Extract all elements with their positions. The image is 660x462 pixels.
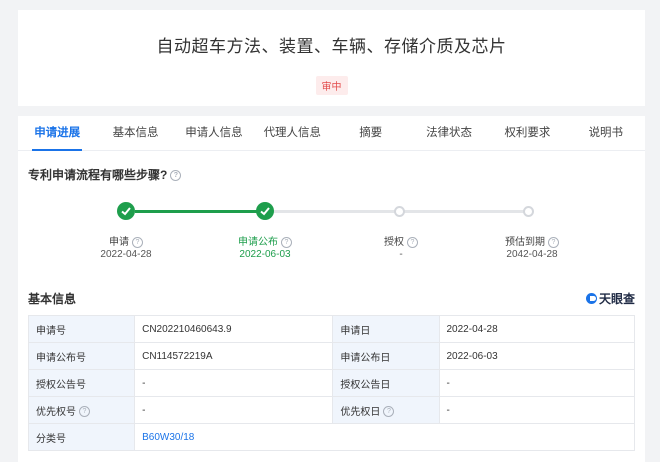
tab-basic-info[interactable]: 基本信息 (96, 116, 174, 150)
help-icon[interactable]: ? (281, 236, 292, 248)
tab-description[interactable]: 说明书 (567, 116, 645, 150)
title-card: 自动超车方法、装置、车辆、存储介质及芯片 审中 (18, 10, 645, 106)
tab-applicant[interactable]: 申请人信息 (175, 116, 253, 150)
progress-line-done (135, 210, 265, 213)
brand-name: 天眼查 (598, 292, 635, 306)
table-value: 2022-04-28 (438, 315, 635, 343)
table-key: 申请公布日 (332, 342, 440, 370)
table-key: 优先权号? (27, 396, 136, 424)
table-key: 申请日 (332, 315, 440, 343)
table-value: - (438, 369, 635, 397)
classification-link[interactable]: B60W30/18 (134, 423, 635, 451)
process-question: 专利申请流程有哪些步骤?? (28, 166, 182, 183)
tab-legal-status[interactable]: 法律状态 (410, 116, 488, 150)
step-date: - (399, 249, 403, 260)
step-label-text: 授权 (384, 237, 404, 248)
tab-claims[interactable]: 权利要求 (488, 116, 566, 150)
table-key: 授权公告日 (332, 369, 440, 397)
step-label-text: 申请 (109, 237, 129, 248)
step-label: 申请? (66, 233, 186, 248)
table-value: - (134, 396, 334, 424)
table-row: 申请公布号 CN114572219A 申请公布日 2022-06-03 (27, 342, 635, 370)
status-badge: 审中 (315, 76, 348, 95)
tab-bar: 申请进展 基本信息 申请人信息 代理人信息 摘要 法律状态 权利要求 说明书 (18, 116, 645, 151)
help-icon[interactable]: ? (79, 406, 90, 418)
table-value: - (134, 369, 334, 397)
process-question-text: 专利申请流程有哪些步骤? (28, 168, 168, 182)
table-key: 授权公告号 (27, 369, 136, 397)
patent-title: 自动超车方法、装置、车辆、存储介质及芯片 (156, 37, 507, 56)
step-date: 2022-04-28 (100, 249, 152, 260)
table-value: 2022-06-03 (438, 342, 635, 370)
brand-logo: 天眼查 (585, 290, 635, 307)
tab-agent[interactable]: 代理人信息 (253, 116, 331, 150)
table-key: 申请公布号 (27, 342, 136, 370)
tab-abstract[interactable]: 摘要 (332, 116, 410, 150)
table-value: - (438, 396, 635, 424)
table-key: 申请号 (27, 315, 136, 343)
table-row: 优先权号? - 优先权日? - (27, 396, 635, 424)
tianyancha-logo-icon (585, 293, 597, 304)
step-label: 授权? (341, 233, 461, 248)
progress-steps: 申请? 2022-04-28 申请公布? 2022-06-03 授权? - 预估… (18, 198, 645, 268)
basic-info-table: 申请号 CN202210460643.9 申请日 2022-04-28 申请公布… (27, 315, 635, 451)
table-value: CN114572219A (134, 342, 334, 370)
basic-info-heading: 基本信息 (28, 292, 77, 306)
step-done-icon (256, 202, 274, 220)
table-key-text: 优先权号 (36, 406, 76, 418)
help-icon[interactable]: ? (383, 406, 395, 418)
step-label-text: 申请公布 (238, 237, 278, 248)
table-row: 申请号 CN202210460643.9 申请日 2022-04-28 (27, 315, 635, 343)
table-row: 分类号 B60W30/18 (27, 423, 635, 451)
step-done-icon (117, 202, 135, 220)
step-label-text: 预估到期 (505, 237, 545, 248)
help-icon[interactable]: ? (407, 236, 418, 248)
step-pending-dot (394, 206, 405, 217)
step-pending-dot (523, 206, 534, 217)
tab-progress[interactable]: 申请进展 (18, 116, 96, 151)
step-date: 2022-06-03 (239, 249, 291, 260)
step-label: 申请公布? (205, 233, 325, 248)
table-key: 分类号 (27, 423, 136, 451)
table-row: 授权公告号 - 授权公告日 - (27, 369, 635, 397)
table-key-text: 优先权日 (340, 406, 381, 418)
step-date: 2042-04-28 (506, 249, 558, 260)
step-label: 预估到期? (472, 233, 592, 248)
help-icon[interactable]: ? (548, 236, 559, 248)
help-icon[interactable]: ? (132, 236, 143, 248)
detail-card: 申请进展 基本信息 申请人信息 代理人信息 摘要 法律状态 权利要求 说明书 专… (18, 116, 645, 462)
help-icon[interactable]: ? (170, 170, 182, 182)
table-key: 优先权日? (332, 396, 440, 424)
table-value: CN202210460643.9 (134, 315, 334, 343)
